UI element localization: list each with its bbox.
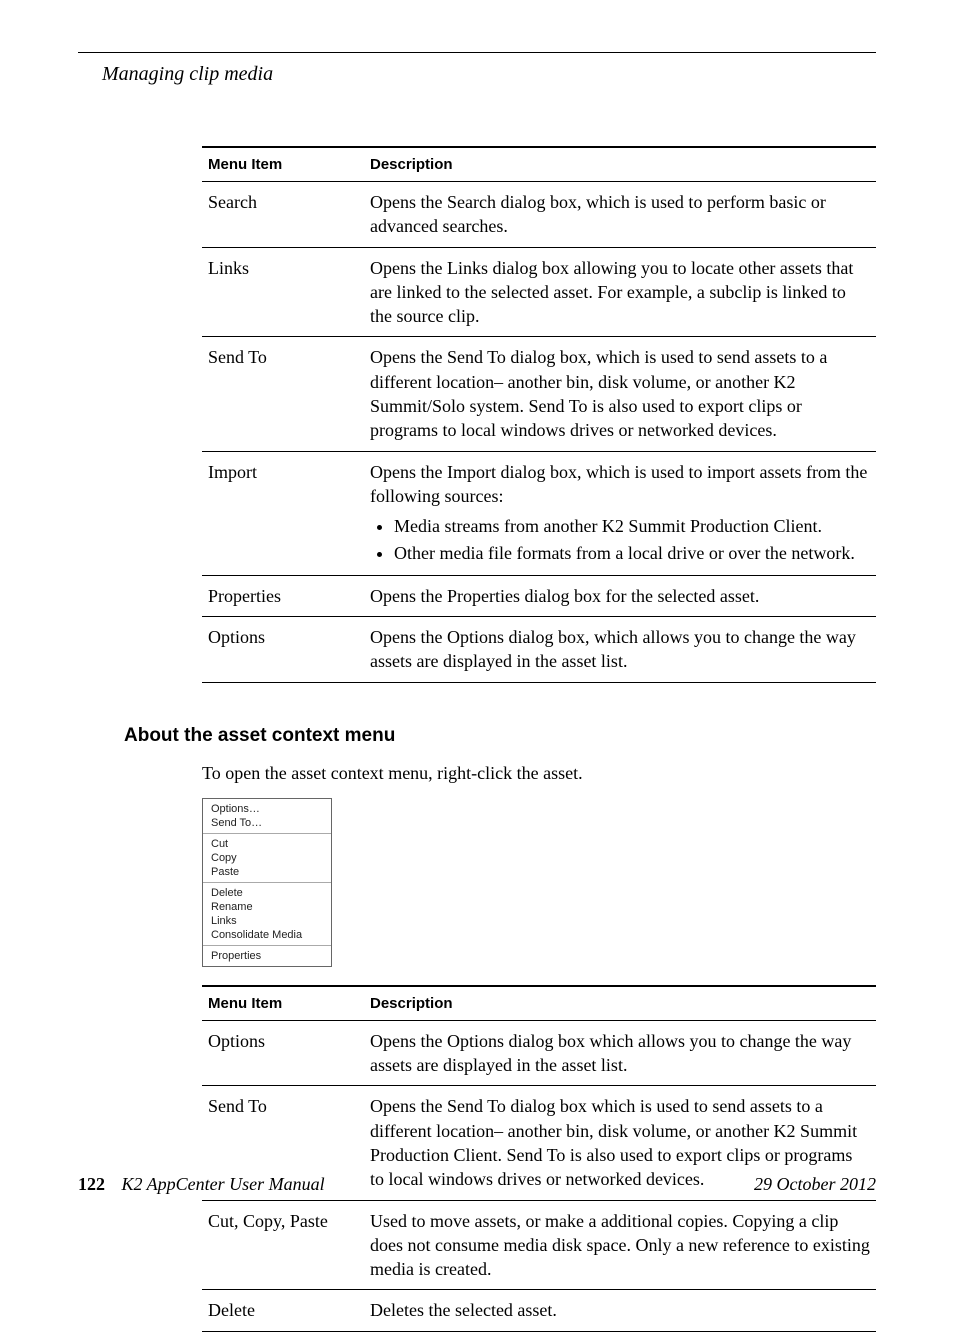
context-menu-figure: Options… Send To… Cut Copy Paste Delete … [202, 798, 332, 967]
running-head: Managing clip media [102, 63, 876, 86]
menu-group: Delete Rename Links Consolidate Media [203, 882, 331, 945]
table2-row3-menu: Delete [202, 1290, 364, 1331]
table1-row3-list: Media streams from another K2 Summit Pro… [370, 514, 870, 565]
table1-row2-desc: Opens the Send To dialog box, which is u… [364, 337, 876, 451]
menu-group: Options… Send To… [203, 799, 331, 833]
table2-row0-menu: Options [202, 1020, 364, 1086]
page-number: 122 [78, 1174, 105, 1194]
menu-table-1: Menu Item Description Search Opens the S… [202, 146, 876, 683]
table-row: Delete Deletes the selected asset. [202, 1290, 876, 1331]
context-menu-item: Cut [203, 837, 331, 851]
context-menu-item: Delete [203, 886, 331, 900]
table1-row5-desc: Opens the Options dialog box, which allo… [364, 617, 876, 683]
page-footer: 122 K2 AppCenter User Manual 29 October … [78, 1174, 876, 1195]
table2-row3-desc: Deletes the selected asset. [364, 1290, 876, 1331]
menu-table-2: Menu Item Description Options Opens the … [202, 985, 876, 1332]
page: Managing clip media Menu Item Descriptio… [0, 0, 954, 1235]
table1-row3-desc: Opens the Import dialog box, which is us… [364, 451, 876, 575]
top-rule [78, 52, 876, 53]
table1-row0-menu: Search [202, 182, 364, 248]
table2-wrapper: Menu Item Description Options Opens the … [202, 985, 876, 1332]
table1-row3-menu: Import [202, 451, 364, 575]
table1-row4-desc: Opens the Properties dialog box for the … [364, 575, 876, 616]
table1-row0-desc: Opens the Search dialog box, which is us… [364, 182, 876, 248]
context-menu-item: Consolidate Media [203, 928, 331, 942]
context-menu-item: Copy [203, 851, 331, 865]
table1-row1-desc: Opens the Links dialog box allowing you … [364, 247, 876, 337]
list-item: Media streams from another K2 Summit Pro… [394, 514, 870, 538]
table1-row1-menu: Links [202, 247, 364, 337]
context-menu-item: Links [203, 914, 331, 928]
menu-group: Cut Copy Paste [203, 833, 331, 882]
table-row: Properties Opens the Properties dialog b… [202, 575, 876, 616]
table1-row4-menu: Properties [202, 575, 364, 616]
table1-wrapper: Menu Item Description Search Opens the S… [202, 146, 876, 683]
intro-paragraph: To open the asset context menu, right-cl… [202, 763, 876, 784]
context-menu-item: Properties [203, 949, 331, 963]
table-row: Cut, Copy, Paste Used to move assets, or… [202, 1200, 876, 1290]
table1-row5-menu: Options [202, 617, 364, 683]
table1-header-menu: Menu Item [202, 147, 364, 182]
manual-title: K2 AppCenter User Manual [122, 1174, 325, 1194]
menu-group: Properties [203, 945, 331, 966]
table-row: Options Opens the Options dialog box whi… [202, 1020, 876, 1086]
table2-row2-menu: Cut, Copy, Paste [202, 1200, 364, 1290]
context-menu-item: Rename [203, 900, 331, 914]
table1-header-desc: Description [364, 147, 876, 182]
table-row: Send To Opens the Send To dialog box, wh… [202, 337, 876, 451]
table-row: Search Opens the Search dialog box, whic… [202, 182, 876, 248]
table-row: Options Opens the Options dialog box, wh… [202, 617, 876, 683]
section-heading: About the asset context menu [124, 725, 876, 747]
table2-row0-desc: Opens the Options dialog box which allow… [364, 1020, 876, 1086]
list-item: Other media file formats from a local dr… [394, 541, 870, 565]
table2-row2-desc: Used to move assets, or make a additiona… [364, 1200, 876, 1290]
context-menu-item: Paste [203, 865, 331, 879]
table-row: Import Opens the Import dialog box, whic… [202, 451, 876, 575]
context-menu-item: Options… [203, 802, 331, 816]
table-row: Links Opens the Links dialog box allowin… [202, 247, 876, 337]
table2-header-menu: Menu Item [202, 986, 364, 1021]
footer-date: 29 October 2012 [754, 1174, 876, 1195]
table2-header-desc: Description [364, 986, 876, 1021]
table1-row2-menu: Send To [202, 337, 364, 451]
table1-row3-intro: Opens the Import dialog box, which is us… [370, 462, 867, 506]
context-menu-item: Send To… [203, 816, 331, 830]
